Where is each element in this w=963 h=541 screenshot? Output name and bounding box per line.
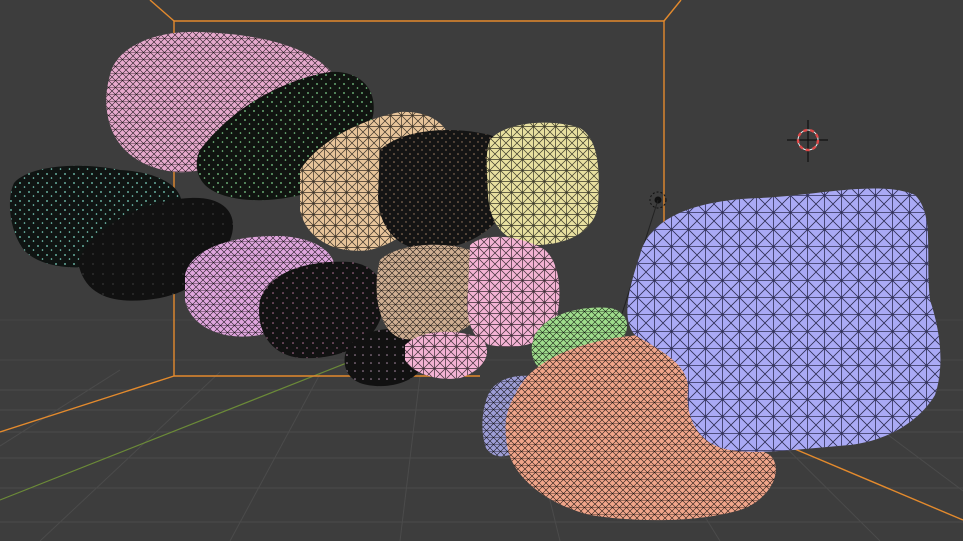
mesh-yellow[interactable] xyxy=(486,122,599,245)
viewport-canvas[interactable] xyxy=(0,0,963,541)
3d-cursor-icon[interactable] xyxy=(787,120,828,162)
3d-viewport[interactable]: 3d-viewport xyxy=(0,0,963,541)
